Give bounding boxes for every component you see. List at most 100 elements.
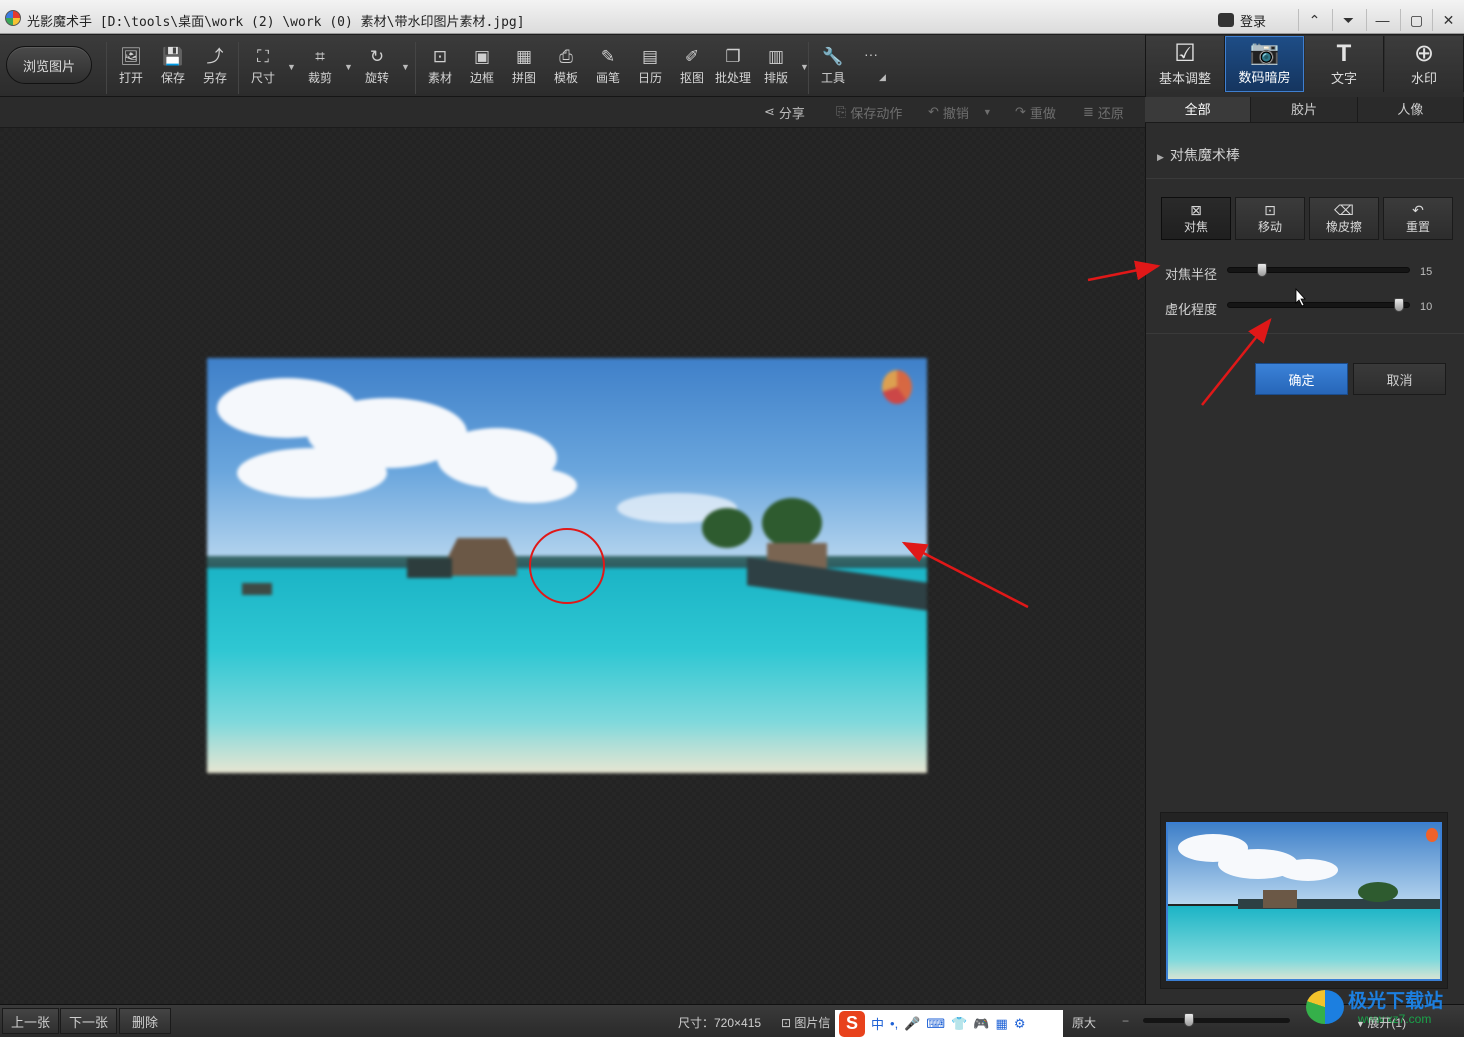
subtab-film[interactable]: 胶片	[1251, 97, 1358, 122]
zoom-out-icon[interactable]: −	[1122, 1014, 1129, 1028]
delete-button[interactable]: 删除	[119, 1008, 171, 1034]
focus-tool-button[interactable]: ⊠ 对焦	[1161, 197, 1231, 240]
crop-button[interactable]: ⌗ 裁剪	[300, 46, 340, 90]
previous-image-button[interactable]: 上一张	[2, 1008, 59, 1034]
more-expand-icon[interactable]: ◢	[879, 72, 886, 83]
zoom-slider[interactable]	[1143, 1013, 1290, 1027]
expand-button[interactable]: ▼ 展开(1)	[1356, 1014, 1406, 1031]
section-title[interactable]: ▶ 对焦魔术棒	[1157, 145, 1240, 165]
tab-label: 文字	[1330, 71, 1357, 86]
skin-icon[interactable]: 👕	[951, 1016, 967, 1032]
save-button[interactable]: 💾 保存	[153, 46, 193, 90]
minimize-button[interactable]: —	[1366, 9, 1398, 31]
undo-button[interactable]: ↶ 撤销 ▼	[928, 103, 992, 121]
toolbox-icon[interactable]: ▦	[996, 1016, 1008, 1032]
login-label: 登录	[1240, 13, 1267, 29]
zoom-slider-thumb[interactable]	[1184, 1013, 1194, 1027]
ime-punctuation[interactable]: •,	[890, 1016, 898, 1031]
login-button[interactable]: 登录	[1218, 9, 1298, 31]
move-label: 移动	[1257, 219, 1282, 234]
watermark-icon: ⊕	[1413, 40, 1435, 67]
preview-thumbnail[interactable]	[1166, 822, 1442, 981]
resize-button[interactable]: ⛶ 尺寸	[243, 46, 283, 90]
tab-label: 水印	[1410, 71, 1437, 86]
original-size-button[interactable]: 原大	[1072, 1014, 1096, 1031]
template-label: 模板	[553, 71, 578, 85]
keyboard-icon[interactable]: ⌨	[926, 1016, 945, 1032]
cutout-button[interactable]: ✐ 抠图	[672, 46, 712, 90]
settings-icon[interactable]: ⚙	[1014, 1016, 1026, 1032]
open-icon: 🖼	[120, 47, 142, 66]
border-button[interactable]: ▣ 边框	[462, 46, 502, 90]
browse-images-button[interactable]: 浏览图片	[6, 46, 92, 84]
section-title-label: 对焦魔术棒	[1169, 147, 1240, 163]
menu-button[interactable]: ⏷	[1332, 9, 1364, 31]
focus-radius-label: 对焦半径	[1165, 267, 1218, 282]
rotate-icon: ↻	[369, 47, 385, 66]
tab-digital-darkroom[interactable]: 📷 数码暗房	[1225, 36, 1304, 92]
batch-button[interactable]: ❐ 批处理	[713, 46, 753, 90]
microphone-icon[interactable]: 🎤	[904, 1016, 920, 1032]
resize-dropdown-icon[interactable]: ▼	[287, 62, 296, 72]
crop-dropdown-icon[interactable]: ▼	[344, 62, 353, 72]
focus-area-circle[interactable]	[529, 528, 605, 604]
divider	[1146, 178, 1464, 179]
image-info-button[interactable]: ⊡ 图片信	[781, 1014, 830, 1031]
skin-button[interactable]: ⌃	[1298, 9, 1330, 31]
layout-button[interactable]: ▥ 排版	[756, 46, 796, 90]
reset-button[interactable]: ↶ 重置	[1383, 197, 1453, 240]
blur-level-slider[interactable]	[1227, 298, 1410, 312]
blur-level-slider-thumb[interactable]	[1394, 298, 1404, 312]
close-button[interactable]: ✕	[1432, 9, 1464, 31]
focus-radius-slider[interactable]	[1227, 263, 1410, 277]
tab-label: 数码暗房	[1238, 70, 1291, 85]
collage-button[interactable]: ▦ 拼图	[504, 46, 544, 90]
brush-label: 画笔	[595, 71, 620, 85]
template-button[interactable]: ⎙ 模板	[546, 46, 586, 90]
more-button[interactable]: ···	[864, 46, 878, 62]
material-button[interactable]: ⊡ 素材	[420, 46, 460, 90]
brush-button[interactable]: ✎ 画笔	[588, 46, 628, 90]
border-icon: ▣	[473, 47, 491, 66]
eraser-tool-button[interactable]: ⌫ 橡皮擦	[1309, 197, 1379, 240]
next-image-button[interactable]: 下一张	[60, 1008, 117, 1034]
subtab-all[interactable]: 全部	[1145, 97, 1252, 122]
game-icon[interactable]: 🎮	[973, 1016, 989, 1032]
maximize-button[interactable]: ▢	[1400, 9, 1432, 31]
cutout-label: 抠图	[679, 71, 704, 85]
resize-label: 尺寸	[250, 71, 275, 85]
share-button[interactable]: ⋖ 分享	[764, 103, 805, 121]
tools-button[interactable]: 🔧 工具	[813, 46, 853, 90]
batch-label: 批处理	[714, 71, 751, 85]
rotate-dropdown-icon[interactable]: ▼	[401, 62, 410, 72]
tab-text[interactable]: T 文字	[1305, 36, 1384, 92]
sogou-logo-icon: S	[839, 1010, 865, 1037]
section-collapse-icon: ▶	[1157, 152, 1164, 162]
rotate-button[interactable]: ↻ 旋转	[357, 46, 397, 90]
open-button[interactable]: 🖼 打开	[111, 46, 151, 90]
restore-icon: ≣	[1083, 104, 1094, 119]
tab-basic-adjust[interactable]: ☑ 基本调整	[1146, 36, 1225, 92]
image-info-icon: ⊡	[781, 1016, 795, 1030]
share-label: 分享	[778, 105, 805, 121]
cancel-button[interactable]: 取消	[1353, 363, 1446, 395]
image-size: 尺寸：720×415	[678, 1016, 762, 1030]
tab-watermark[interactable]: ⊕ 水印	[1385, 36, 1464, 92]
focus-radius-slider-thumb[interactable]	[1257, 263, 1267, 277]
redo-button[interactable]: ↷ 重做	[1015, 103, 1056, 121]
ime-chinese-mode[interactable]: 中	[871, 1014, 884, 1033]
confirm-button[interactable]: 确定	[1255, 363, 1348, 395]
template-icon: ⎙	[559, 47, 573, 66]
save-action-button[interactable]: ⎘ 保存动作	[836, 103, 902, 121]
batch-icon: ❐	[725, 47, 741, 66]
calendar-label: 日历	[637, 71, 662, 85]
subtab-portrait[interactable]: 人像	[1357, 97, 1464, 122]
redo-icon: ↷	[1015, 104, 1026, 119]
save-as-button[interactable]: ⤴ 另存	[195, 46, 235, 90]
restore-button[interactable]: ≣ 还原	[1083, 103, 1124, 121]
reset-label: 重置	[1405, 219, 1430, 234]
ime-toolbar[interactable]: S 中 •, 🎤 ⌨ 👕 🎮 ▦ ⚙	[835, 1010, 1063, 1037]
undo-dropdown-icon[interactable]: ▼	[983, 107, 992, 117]
calendar-button[interactable]: ▤ 日历	[630, 46, 670, 90]
move-tool-button[interactable]: ⊡ 移动	[1235, 197, 1305, 240]
